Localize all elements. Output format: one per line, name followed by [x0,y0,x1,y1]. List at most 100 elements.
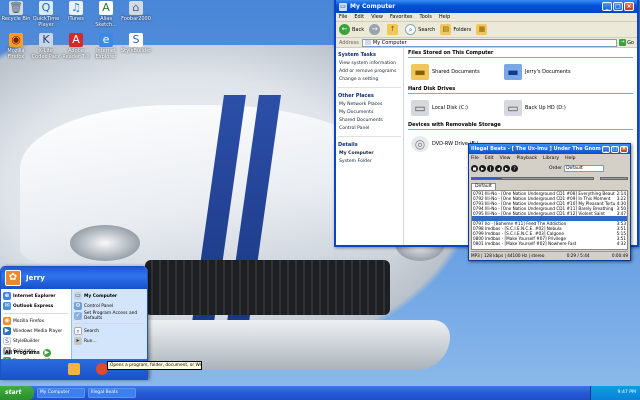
other-place-link[interactable]: My Network Places [336,101,403,109]
desktop-icon[interactable]: ◉ Mozilla Firefox [1,33,31,60]
app-icon: A [69,33,83,47]
menu-favorites[interactable]: Favorites [390,14,413,20]
desktop-icon[interactable]: e Internet Explorer [91,33,121,60]
start-menu-item[interactable]: ▭ My Computer [72,291,147,301]
maximize-button[interactable]: □ [611,145,619,153]
search-button[interactable]: ⌕ Search [405,24,435,35]
desktop-icon-label: Internet Explorer [95,48,117,60]
menu-view[interactable]: View [371,14,383,20]
playlist-tab-default[interactable]: Default [471,183,496,190]
folders-icon: ▤ [440,24,452,35]
go-button[interactable]: → Go [619,39,634,46]
start-menu-item[interactable]: ✉ Outlook Express [1,301,71,311]
up-button[interactable]: ↑ [387,24,400,35]
pause-icon[interactable]: ‖ [487,164,494,172]
start-menu-item[interactable]: ▶ Windows Media Player [1,326,71,336]
start-menu-item[interactable]: ◉ Mozilla Firefox [1,316,71,326]
desktop-icon[interactable]: ⌂ Foobar2000 [121,1,151,22]
desktop-icon[interactable]: 🗑 Recycle Bin [1,1,31,22]
next-icon[interactable]: ▶ [503,164,510,172]
views-button[interactable]: ▦ [476,24,489,35]
player-menu-help[interactable]: Help [565,156,575,161]
start-menu-item[interactable]: e Internet Explorer [1,291,71,301]
folder-icon: ▬ [504,64,522,80]
desktop-icon[interactable]: S StyleBuilder [121,33,151,54]
system-task-link[interactable]: Change a setting [336,76,403,84]
start-menu-item[interactable]: ✓ Set Program Access and Defaults [72,311,147,321]
other-place-link[interactable]: My Documents [336,109,403,117]
window-titlebar[interactable]: ▭ My Computer _ □ × [336,0,637,13]
player-menu-library[interactable]: Library [543,156,559,161]
computer-icon: ▭ [339,2,347,11]
other-places-list: My Network Places My Documents Shared Docu… [336,101,403,133]
details-header[interactable]: Details [336,140,403,150]
maximize-button[interactable]: □ [613,2,623,11]
previous-icon[interactable]: ◀ [495,164,502,172]
start-menu-item[interactable]: S StyleBuilder [1,336,71,346]
playlist-row[interactable]: 0801 Imdbas - [Make Yourself #02] Nowher… [472,241,627,246]
order-select[interactable]: Default [564,164,605,172]
go-arrow-icon: → [619,39,627,46]
volume-slider[interactable] [600,176,628,180]
folders-button[interactable]: ▤ Folders [440,24,471,35]
system-tasks-header[interactable]: System Tasks [336,50,403,60]
search-label: Search [418,26,436,33]
menu-tools[interactable]: Tools [420,14,432,20]
all-programs-button[interactable]: All Programs ▶ [5,349,51,357]
start-menu-item-label: StyleBuilder [13,338,40,344]
menu-help[interactable]: Help [439,14,450,20]
minimize-button[interactable]: _ [602,2,612,11]
forward-button[interactable]: → [369,24,382,35]
player-title: Illegal Beats - [ The Ux-Imu ] Under The… [471,146,601,152]
start-menu-item[interactable]: ⚙ Control Panel [72,301,147,311]
address-input[interactable]: My Computer [361,38,618,47]
other-place-link[interactable]: Control Panel [336,125,403,133]
player-menu-file[interactable]: File [471,156,479,161]
desktop-icon[interactable]: A Alias Sketch... [91,1,121,28]
player-menu-edit[interactable]: Edit [485,156,494,161]
start-menu-item-label: Set Program Access and Defaults [84,311,138,321]
jerrys-documents-folder[interactable]: ▬ Jerry's Documents [504,61,594,83]
random-icon[interactable]: ? [511,164,518,172]
menu-bar: File Edit View Favorites Tools Help [336,13,637,22]
player-menu-playback[interactable]: Playback [517,156,538,161]
desktop-icon[interactable]: A Adobe Reader 7.0 [61,33,91,60]
back-button[interactable]: ← Back [339,24,364,35]
status-format: MP3 | 128 kbps | 44100 Hz | stereo [471,253,545,258]
other-place-link[interactable]: Shared Documents [336,117,403,125]
menu-edit[interactable]: Edit [354,14,364,20]
tile-label: Local Disk (C:) [432,105,468,111]
seek-bar[interactable] [471,176,594,180]
menu-file[interactable]: File [339,14,347,20]
ff-icon: ◉ [3,317,11,325]
desktop-icon[interactable]: ♫ iTunes [61,1,91,22]
start-menu-item[interactable]: ⌕ Search [72,326,147,336]
player-titlebar[interactable]: Illegal Beats - [ The Ux-Imu ] Under The… [469,144,630,154]
system-tray-clock: 9:47 PM [590,386,640,400]
system-tasks-list: View system information Add or remove pro… [336,60,403,84]
close-button[interactable]: × [624,2,634,11]
all-programs-label: All Programs [5,350,40,356]
forward-arrow-icon: → [369,24,381,35]
log-off-icon[interactable] [68,363,80,375]
desktop-icon[interactable]: K K-Lite Codec Pack [31,33,61,60]
desktop-icons: 🗑 Recycle Bin Q QuickTime Player ♫ iTunes A Ali… [0,0,151,62]
start-menu-item[interactable]: ▸ Run... [72,336,147,346]
stop-icon[interactable]: ■ [471,164,478,172]
close-button[interactable]: × [620,145,628,153]
other-places-header[interactable]: Other Places [336,91,403,101]
minimize-button[interactable]: _ [602,145,610,153]
desktop-icon-label: QuickTime Player [32,16,60,28]
system-task-link[interactable]: View system information [336,60,403,68]
play-icon[interactable]: ▶ [479,164,486,172]
system-task-link[interactable]: Add or remove programs [336,68,403,76]
backup-hd-d[interactable]: ▭ Back Up HD (D:) [504,97,594,119]
start-button[interactable]: start [0,386,34,400]
player-menu-view[interactable]: View [500,156,511,161]
start-menu-item-label: Windows Media Player [13,328,63,334]
task-my-computer[interactable]: My Computer [37,388,85,398]
desktop-icon[interactable]: Q QuickTime Player [31,1,61,28]
local-disk-c[interactable]: ▭ Local Disk (C:) [411,97,501,119]
shared-documents-folder[interactable]: ▬ Shared Documents [411,61,501,83]
task-media-player[interactable]: Illegal Beats [88,388,136,398]
